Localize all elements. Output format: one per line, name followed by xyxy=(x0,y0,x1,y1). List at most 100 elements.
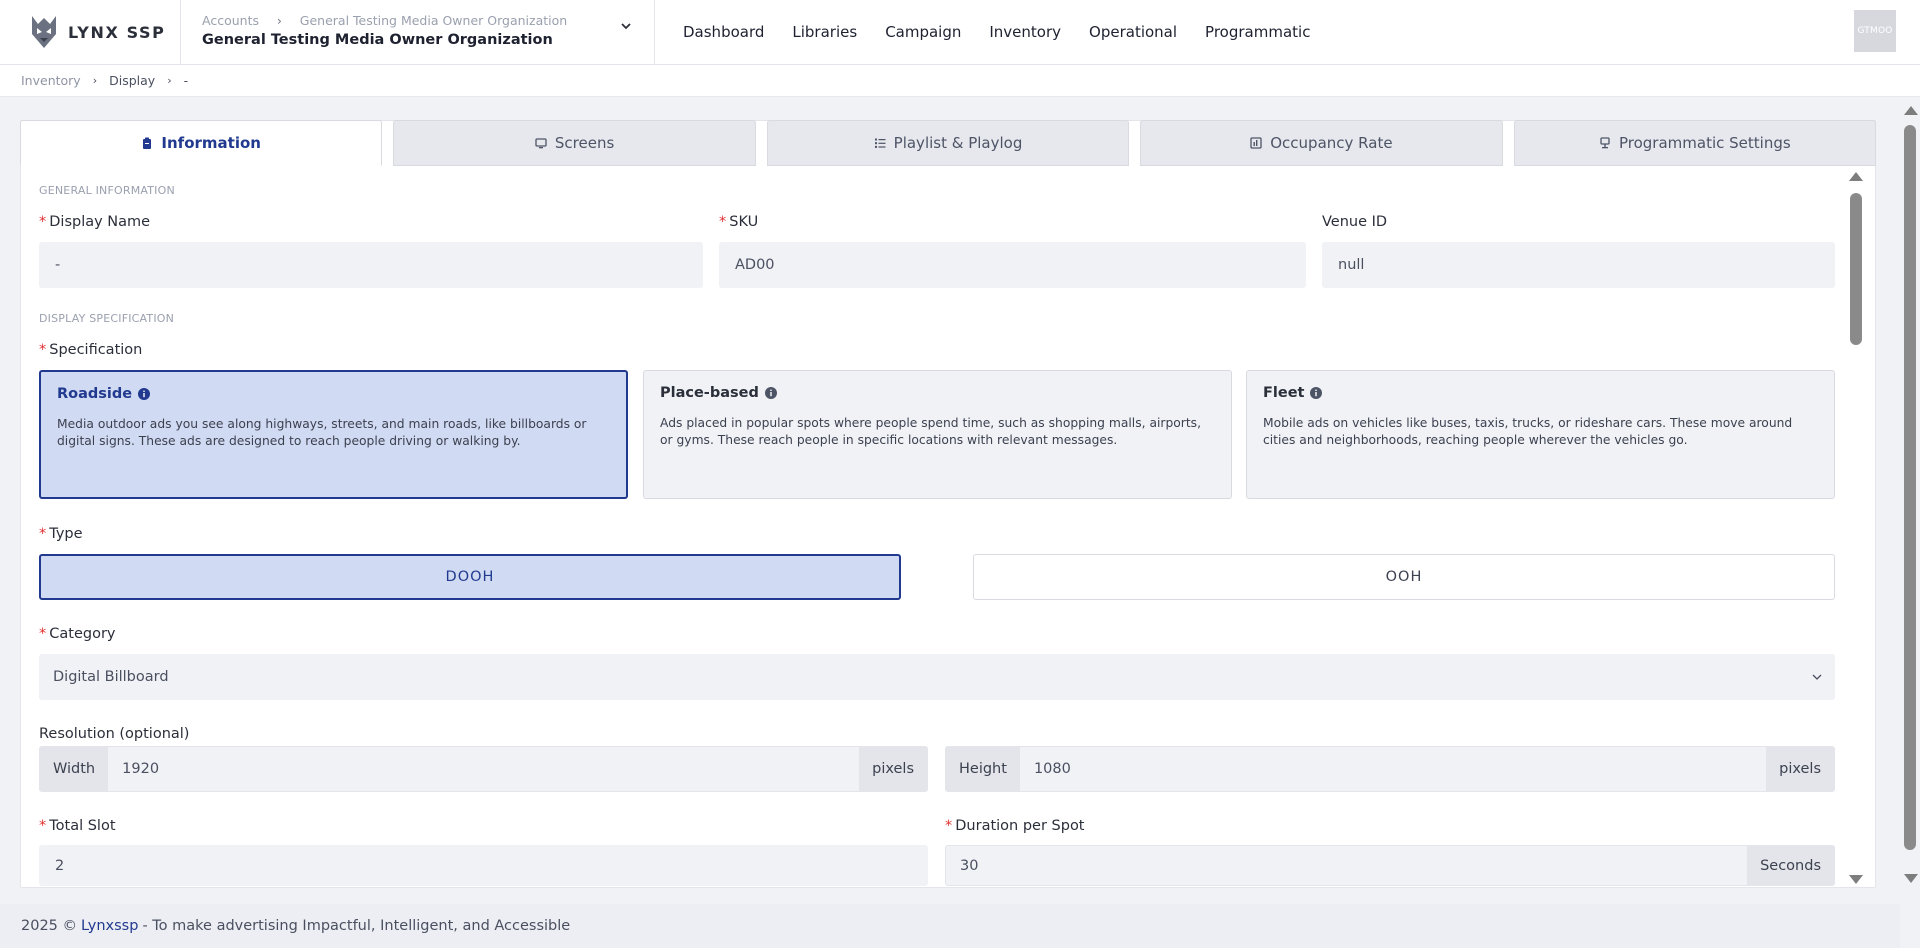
tab-playlist-label: Playlist & Playlog xyxy=(893,134,1023,152)
footer: 2025 © Lynxssp - To make advertising Imp… xyxy=(0,904,1900,948)
spec-option-title: Fleet xyxy=(1263,385,1305,401)
tab-programmatic[interactable]: Programmatic Settings xyxy=(1513,120,1877,166)
nav-inventory[interactable]: Inventory xyxy=(989,23,1061,41)
lynx-logo-icon xyxy=(32,16,56,48)
height-input-group: Height 1080 pixels xyxy=(945,746,1835,792)
category-label: * Category xyxy=(39,626,116,642)
width-input-group: Width 1920 pixels xyxy=(39,746,928,792)
type-option-ooh[interactable]: OOH xyxy=(973,554,1835,600)
nav-campaign[interactable]: Campaign xyxy=(885,23,961,41)
sku-label: * SKU xyxy=(719,214,759,230)
required-marker: * xyxy=(39,626,47,642)
footer-copyright: 2025 © xyxy=(21,918,78,934)
breadcrumb: Inventory › Display › - xyxy=(0,65,1920,97)
info-icon[interactable] xyxy=(764,387,777,399)
scroll-down-icon[interactable] xyxy=(1904,874,1918,883)
tab-occupancy-label: Occupancy Rate xyxy=(1270,134,1393,152)
top-navbar: LYNX SSP Accounts › General Testing Medi… xyxy=(0,0,1920,65)
duration-input-group: 30 Seconds xyxy=(945,845,1835,886)
venue-id-field[interactable]: null xyxy=(1322,242,1835,288)
spec-option-place-based[interactable]: Place-based Ads placed in popular spots … xyxy=(643,370,1232,499)
required-marker: * xyxy=(39,818,47,834)
tab-programmatic-label: Programmatic Settings xyxy=(1618,134,1791,152)
chevron-down-icon[interactable] xyxy=(620,20,632,32)
spec-option-title: Place-based xyxy=(660,385,759,401)
width-addon: Width xyxy=(40,747,109,791)
spec-option-description: Ads placed in popular spots where people… xyxy=(660,416,1201,447)
page-scrollbar[interactable] xyxy=(1900,99,1920,889)
tab-information[interactable]: Information xyxy=(20,120,383,166)
scroll-up-icon[interactable] xyxy=(1849,172,1863,181)
total-slot-label: * Total Slot xyxy=(39,818,116,834)
scrollbar-thumb[interactable] xyxy=(1850,193,1862,345)
chevron-right-icon: › xyxy=(92,74,98,87)
type-label: * Type xyxy=(39,526,83,542)
nav-dashboard[interactable]: Dashboard xyxy=(683,23,764,41)
height-unit: pixels xyxy=(1766,747,1834,791)
divider xyxy=(654,0,655,64)
total-slot-field[interactable]: 2 xyxy=(39,845,928,886)
required-marker: * xyxy=(39,526,47,542)
app-name: LYNX SSP xyxy=(68,22,166,42)
spec-option-description: Mobile ads on vehicles like buses, taxis… xyxy=(1263,416,1793,447)
sku-field[interactable]: AD00 xyxy=(719,242,1306,288)
info-icon[interactable] xyxy=(1310,387,1323,399)
chart-icon xyxy=(1250,137,1262,149)
tab-bar: Information Screens Playlist & Playlog O… xyxy=(20,120,1877,166)
spec-option-roadside[interactable]: Roadside Media outdoor ads you see along… xyxy=(39,370,628,499)
specification-label: * Specification xyxy=(39,342,143,358)
width-unit: pixels xyxy=(859,747,927,791)
spec-option-title: Roadside xyxy=(57,386,133,402)
app-logo[interactable]: LYNX SSP xyxy=(26,12,165,52)
spec-option-fleet[interactable]: Fleet Mobile ads on vehicles like buses,… xyxy=(1246,370,1835,499)
resolution-label: Resolution (optional) xyxy=(39,726,190,742)
category-value: Digital Billboard xyxy=(53,669,169,685)
category-select[interactable]: Digital Billboard xyxy=(39,654,1835,700)
duration-label: * Duration per Spot xyxy=(945,818,1085,834)
list-icon xyxy=(874,138,886,148)
org-crumb-accounts[interactable]: Accounts xyxy=(202,13,259,28)
footer-brand-link[interactable]: Lynxssp xyxy=(81,918,138,934)
tab-playlist[interactable]: Playlist & Playlog xyxy=(766,120,1130,166)
main-nav: Dashboard Libraries Campaign Inventory O… xyxy=(683,0,1338,64)
clipboard-icon xyxy=(143,137,152,149)
nav-programmatic[interactable]: Programmatic xyxy=(1205,23,1310,41)
form-scrollbar[interactable] xyxy=(1848,172,1864,884)
scrollbar-thumb[interactable] xyxy=(1904,125,1916,850)
avatar[interactable]: GTMOO xyxy=(1854,10,1896,52)
divider xyxy=(180,0,181,64)
org-crumb-org: General Testing Media Owner Organization xyxy=(299,13,568,28)
tab-information-label: Information xyxy=(161,134,261,152)
tab-occupancy[interactable]: Occupancy Rate xyxy=(1140,120,1503,166)
chevron-right-icon: › xyxy=(167,74,172,87)
type-option-dooh[interactable]: DOOH xyxy=(39,554,901,600)
height-input[interactable]: 1080 xyxy=(1020,747,1766,791)
nav-libraries[interactable]: Libraries xyxy=(792,23,857,41)
tab-screens-label: Screens xyxy=(554,134,615,152)
spec-option-description: Media outdoor ads you see along highways… xyxy=(57,417,587,448)
info-icon[interactable] xyxy=(138,388,151,400)
breadcrumb-inventory[interactable]: Inventory xyxy=(21,73,81,88)
width-input[interactable]: 1920 xyxy=(108,747,859,791)
section-display-specification: DISPLAY SPECIFICATION xyxy=(39,312,175,325)
org-switcher[interactable]: Accounts › General Testing Media Owner O… xyxy=(202,13,642,48)
duration-input[interactable]: 30 xyxy=(946,846,1747,885)
required-marker: * xyxy=(39,342,47,358)
section-general-information: GENERAL INFORMATION xyxy=(39,184,175,197)
footer-tagline: - To make advertising Impactful, Intelli… xyxy=(142,918,571,934)
chevron-down-icon xyxy=(1812,674,1822,680)
tab-screens[interactable]: Screens xyxy=(393,120,756,166)
required-marker: * xyxy=(719,214,727,230)
venue-id-label: Venue ID xyxy=(1322,214,1388,230)
org-title: General Testing Media Owner Organization xyxy=(202,32,553,48)
scroll-up-icon[interactable] xyxy=(1904,106,1918,115)
org-breadcrumb: Accounts › General Testing Media Owner O… xyxy=(202,13,642,28)
nav-operational[interactable]: Operational xyxy=(1089,23,1177,41)
scroll-down-icon[interactable] xyxy=(1849,875,1863,884)
height-addon: Height xyxy=(946,747,1020,791)
required-marker: * xyxy=(945,818,953,834)
display-name-label: * Display Name xyxy=(39,214,151,230)
required-marker: * xyxy=(39,214,47,230)
display-name-field[interactable]: - xyxy=(39,242,703,288)
breadcrumb-display[interactable]: Display xyxy=(109,73,155,88)
